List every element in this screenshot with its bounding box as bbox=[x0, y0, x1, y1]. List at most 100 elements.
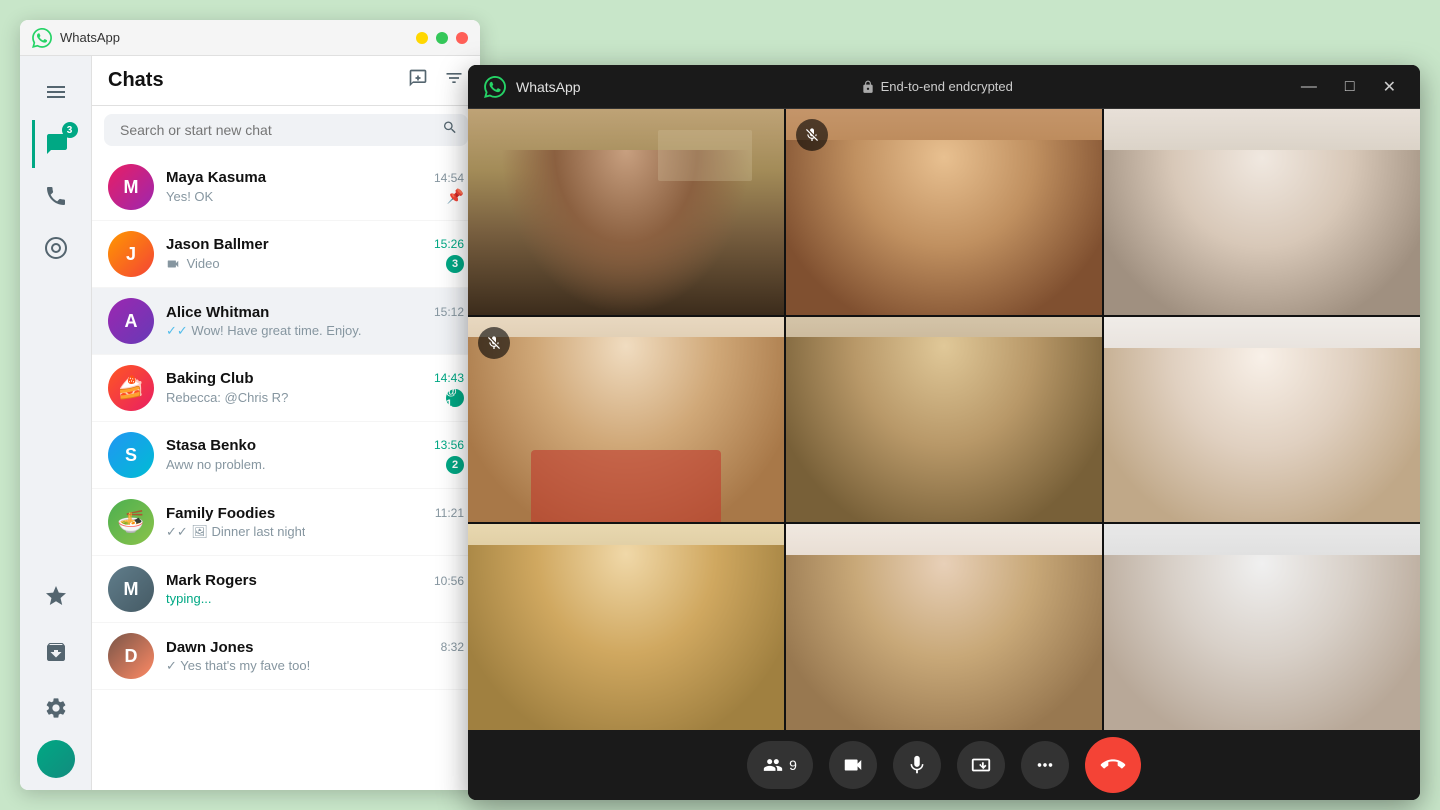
double-check-alice: ✓✓ bbox=[166, 323, 188, 338]
chat-panel: Chats bbox=[92, 56, 480, 790]
chat-item-family[interactable]: 🍜 Family Foodies 11:21 ✓✓ 🖼 Dinner last … bbox=[92, 489, 480, 556]
minimize-btn[interactable] bbox=[416, 32, 428, 44]
new-chat-button[interactable] bbox=[408, 68, 428, 93]
mic-muted-icon-4 bbox=[486, 335, 502, 351]
participants-button[interactable]: 9 bbox=[747, 741, 813, 789]
more-options-button[interactable] bbox=[1021, 741, 1069, 789]
chat-preview-maya: Yes! OK bbox=[166, 189, 213, 204]
chat-list: M Maya Kasuma 14:54 Yes! OK 📌 J bbox=[92, 154, 480, 788]
chat-time-dawn: 8:32 bbox=[441, 640, 464, 654]
main-window: WhatsApp 3 bbox=[20, 20, 480, 790]
avatar-dawn: D bbox=[108, 633, 154, 679]
video-cell-4 bbox=[468, 317, 784, 523]
chat-info-stasa: Stasa Benko 13:56 Aww no problem. 2 bbox=[166, 437, 464, 474]
settings-icon bbox=[44, 696, 68, 720]
chat-item-baking[interactable]: 🍰 Baking Club 14:43 Rebecca: @Chris R? @… bbox=[92, 355, 480, 422]
video-cell-6 bbox=[1104, 317, 1420, 523]
search-input[interactable] bbox=[104, 114, 468, 146]
mic-toggle-button[interactable] bbox=[893, 741, 941, 789]
chat-info-baking: Baking Club 14:43 Rebecca: @Chris R? @ 1 bbox=[166, 370, 464, 407]
chat-preview-dawn: ✓ Yes that's my fave too! bbox=[166, 658, 310, 674]
call-maximize-btn[interactable]: □ bbox=[1337, 73, 1363, 101]
chat-name-stasa: Stasa Benko bbox=[166, 437, 256, 454]
chats-badge: 3 bbox=[62, 122, 78, 138]
chat-name-baking: Baking Club bbox=[166, 370, 254, 387]
sidebar-item-menu[interactable] bbox=[32, 68, 80, 116]
chat-item-maya[interactable]: M Maya Kasuma 14:54 Yes! OK 📌 bbox=[92, 154, 480, 221]
video-toggle-button[interactable] bbox=[829, 741, 877, 789]
video-cell-8 bbox=[786, 524, 1102, 730]
chat-item-stasa[interactable]: S Stasa Benko 13:56 Aww no problem. 2 bbox=[92, 422, 480, 489]
chat-time-mark: 10:56 bbox=[434, 574, 464, 588]
end-call-button[interactable] bbox=[1085, 737, 1141, 793]
chat-name-alice: Alice Whitman bbox=[166, 304, 269, 321]
chat-time-family: 11:21 bbox=[435, 506, 464, 520]
avatar-maya: M bbox=[108, 164, 154, 210]
avatar-jason: J bbox=[108, 231, 154, 277]
close-btn-main[interactable] bbox=[456, 32, 468, 44]
avatar-alice: A bbox=[108, 298, 154, 344]
screen-share-icon bbox=[970, 754, 992, 776]
avatar-stasa: S bbox=[108, 432, 154, 478]
video-cell-1 bbox=[468, 109, 784, 315]
chat-item-jason[interactable]: J Jason Ballmer 15:26 Video 3 bbox=[92, 221, 480, 288]
chat-name-family: Family Foodies bbox=[166, 505, 275, 522]
sidebar-item-settings[interactable] bbox=[32, 684, 80, 732]
chat-item-alice[interactable]: A Alice Whitman 15:12 ✓✓ Wow! Have great… bbox=[92, 288, 480, 355]
double-check-dawn: ✓ bbox=[166, 658, 177, 673]
mute-indicator-4 bbox=[478, 327, 510, 359]
avatar-family: 🍜 bbox=[108, 499, 154, 545]
call-controls: 9 bbox=[468, 730, 1420, 800]
user-avatar[interactable] bbox=[37, 740, 75, 778]
sidebar-item-status[interactable] bbox=[32, 224, 80, 272]
screen-share-button[interactable] bbox=[957, 741, 1005, 789]
chat-preview-alice: ✓✓ Wow! Have great time. Enjoy. bbox=[166, 323, 361, 339]
chat-info-jason: Jason Ballmer 15:26 Video 3 bbox=[166, 236, 464, 273]
call-win-controls: — □ ✕ bbox=[1293, 73, 1404, 101]
chat-item-dawn[interactable]: D Dawn Jones 8:32 ✓ Yes that's my fave t… bbox=[92, 623, 480, 690]
video-grid bbox=[468, 109, 1420, 730]
unread-badge-stasa: 2 bbox=[446, 456, 464, 474]
maximize-btn[interactable] bbox=[436, 32, 448, 44]
main-window-controls bbox=[416, 32, 468, 44]
chat-preview-jason: Video bbox=[166, 256, 220, 272]
call-window: WhatsApp End-to-end endcrypted — □ ✕ bbox=[468, 65, 1420, 800]
whatsapp-logo-call bbox=[484, 76, 506, 98]
encryption-label: End-to-end endcrypted bbox=[881, 79, 1013, 94]
chat-item-mark[interactable]: M Mark Rogers 10:56 typing... bbox=[92, 556, 480, 623]
filter-icon bbox=[444, 68, 464, 88]
whatsapp-logo-main bbox=[32, 28, 52, 48]
chat-preview-baking: Rebecca: @Chris R? bbox=[166, 390, 288, 405]
sidebar-bottom bbox=[32, 572, 80, 778]
sidebar-item-archived[interactable] bbox=[32, 628, 80, 676]
call-close-btn[interactable]: ✕ bbox=[1375, 73, 1404, 101]
starred-icon bbox=[44, 584, 68, 608]
main-window-title: WhatsApp bbox=[60, 30, 416, 45]
avatar-baking: 🍰 bbox=[108, 365, 154, 411]
search-bar bbox=[104, 114, 468, 146]
sidebar-top: 3 bbox=[32, 68, 80, 572]
search-icon bbox=[442, 120, 458, 141]
pin-icon-maya: 📌 bbox=[447, 188, 464, 205]
sidebar-item-chats[interactable]: 3 bbox=[32, 120, 80, 168]
participants-icon bbox=[763, 755, 783, 775]
chat-info-maya: Maya Kasuma 14:54 Yes! OK 📌 bbox=[166, 169, 464, 205]
chat-header-actions bbox=[408, 68, 464, 93]
video-cell-7 bbox=[468, 524, 784, 730]
participants-count: 9 bbox=[789, 757, 797, 773]
end-call-icon bbox=[1096, 748, 1130, 782]
call-window-title: WhatsApp bbox=[516, 79, 581, 95]
chat-info-dawn: Dawn Jones 8:32 ✓ Yes that's my fave too… bbox=[166, 639, 464, 674]
chats-title: Chats bbox=[108, 69, 164, 92]
chat-time-baking: 14:43 bbox=[434, 371, 464, 385]
filter-button[interactable] bbox=[444, 68, 464, 93]
chat-preview-mark: typing... bbox=[166, 591, 212, 606]
main-titlebar: WhatsApp bbox=[20, 20, 480, 56]
unread-badge-jason: 3 bbox=[446, 255, 464, 273]
chat-info-alice: Alice Whitman 15:12 ✓✓ Wow! Have great t… bbox=[166, 304, 464, 339]
chat-name-jason: Jason Ballmer bbox=[166, 236, 269, 253]
sidebar-item-starred[interactable] bbox=[32, 572, 80, 620]
sidebar-item-calls[interactable] bbox=[32, 172, 80, 220]
chat-time-alice: 15:12 bbox=[434, 305, 464, 319]
call-minimize-btn[interactable]: — bbox=[1293, 73, 1325, 101]
